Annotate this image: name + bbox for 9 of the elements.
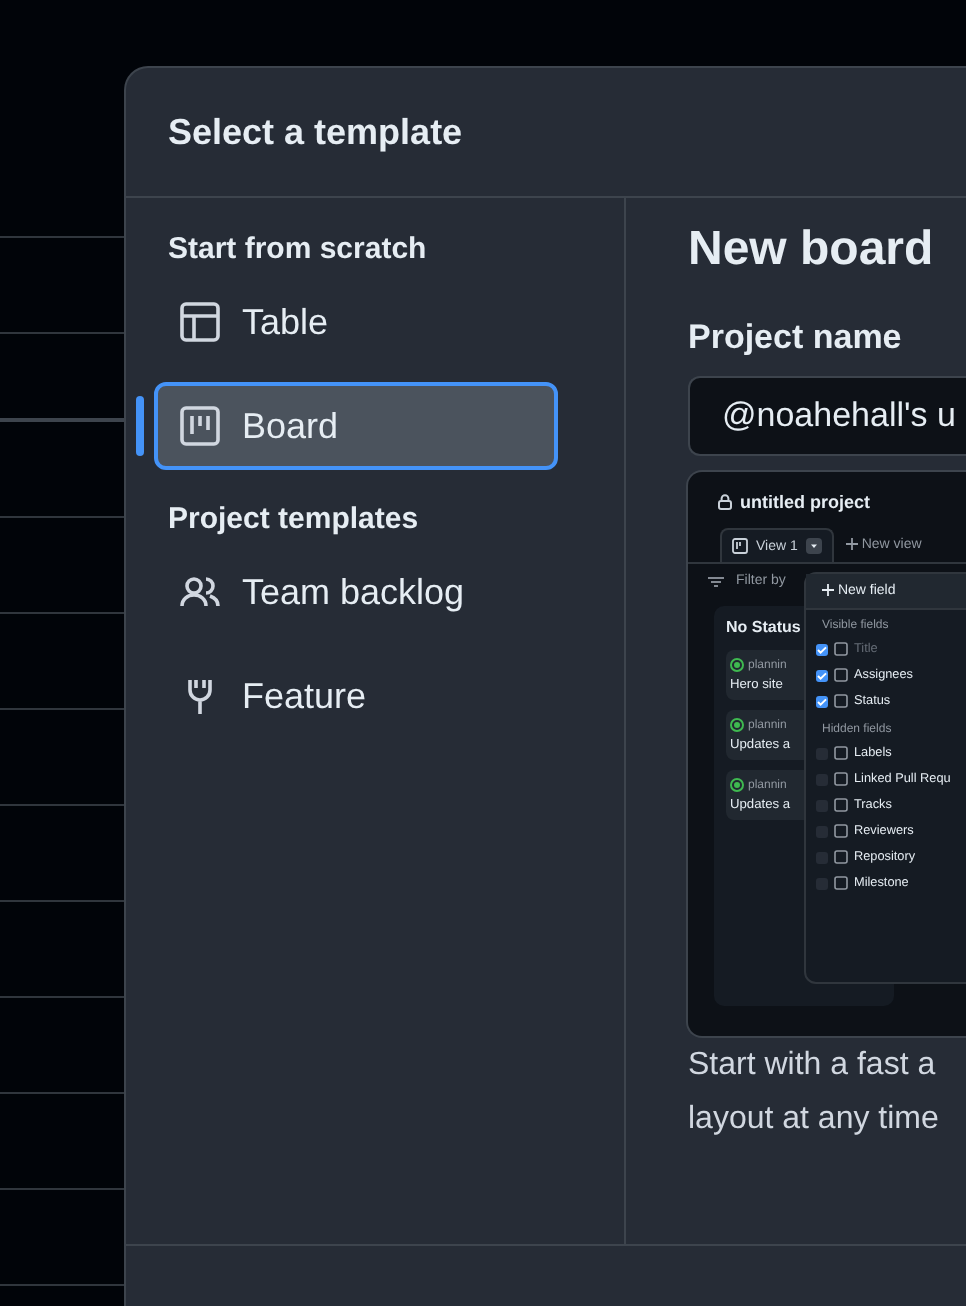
project-title: untitled project [740,492,870,512]
description-text: layout at any time [688,1100,941,1140]
field-label: Project name [688,318,904,358]
dialog-title: Select a template [168,111,463,153]
template-title: New board [688,222,936,278]
section-heading: Start from scratch [166,232,429,266]
description-text: Start with a fast a [688,1046,938,1086]
section-heading: Project templates [166,502,421,536]
column-title: No Status [726,618,801,636]
